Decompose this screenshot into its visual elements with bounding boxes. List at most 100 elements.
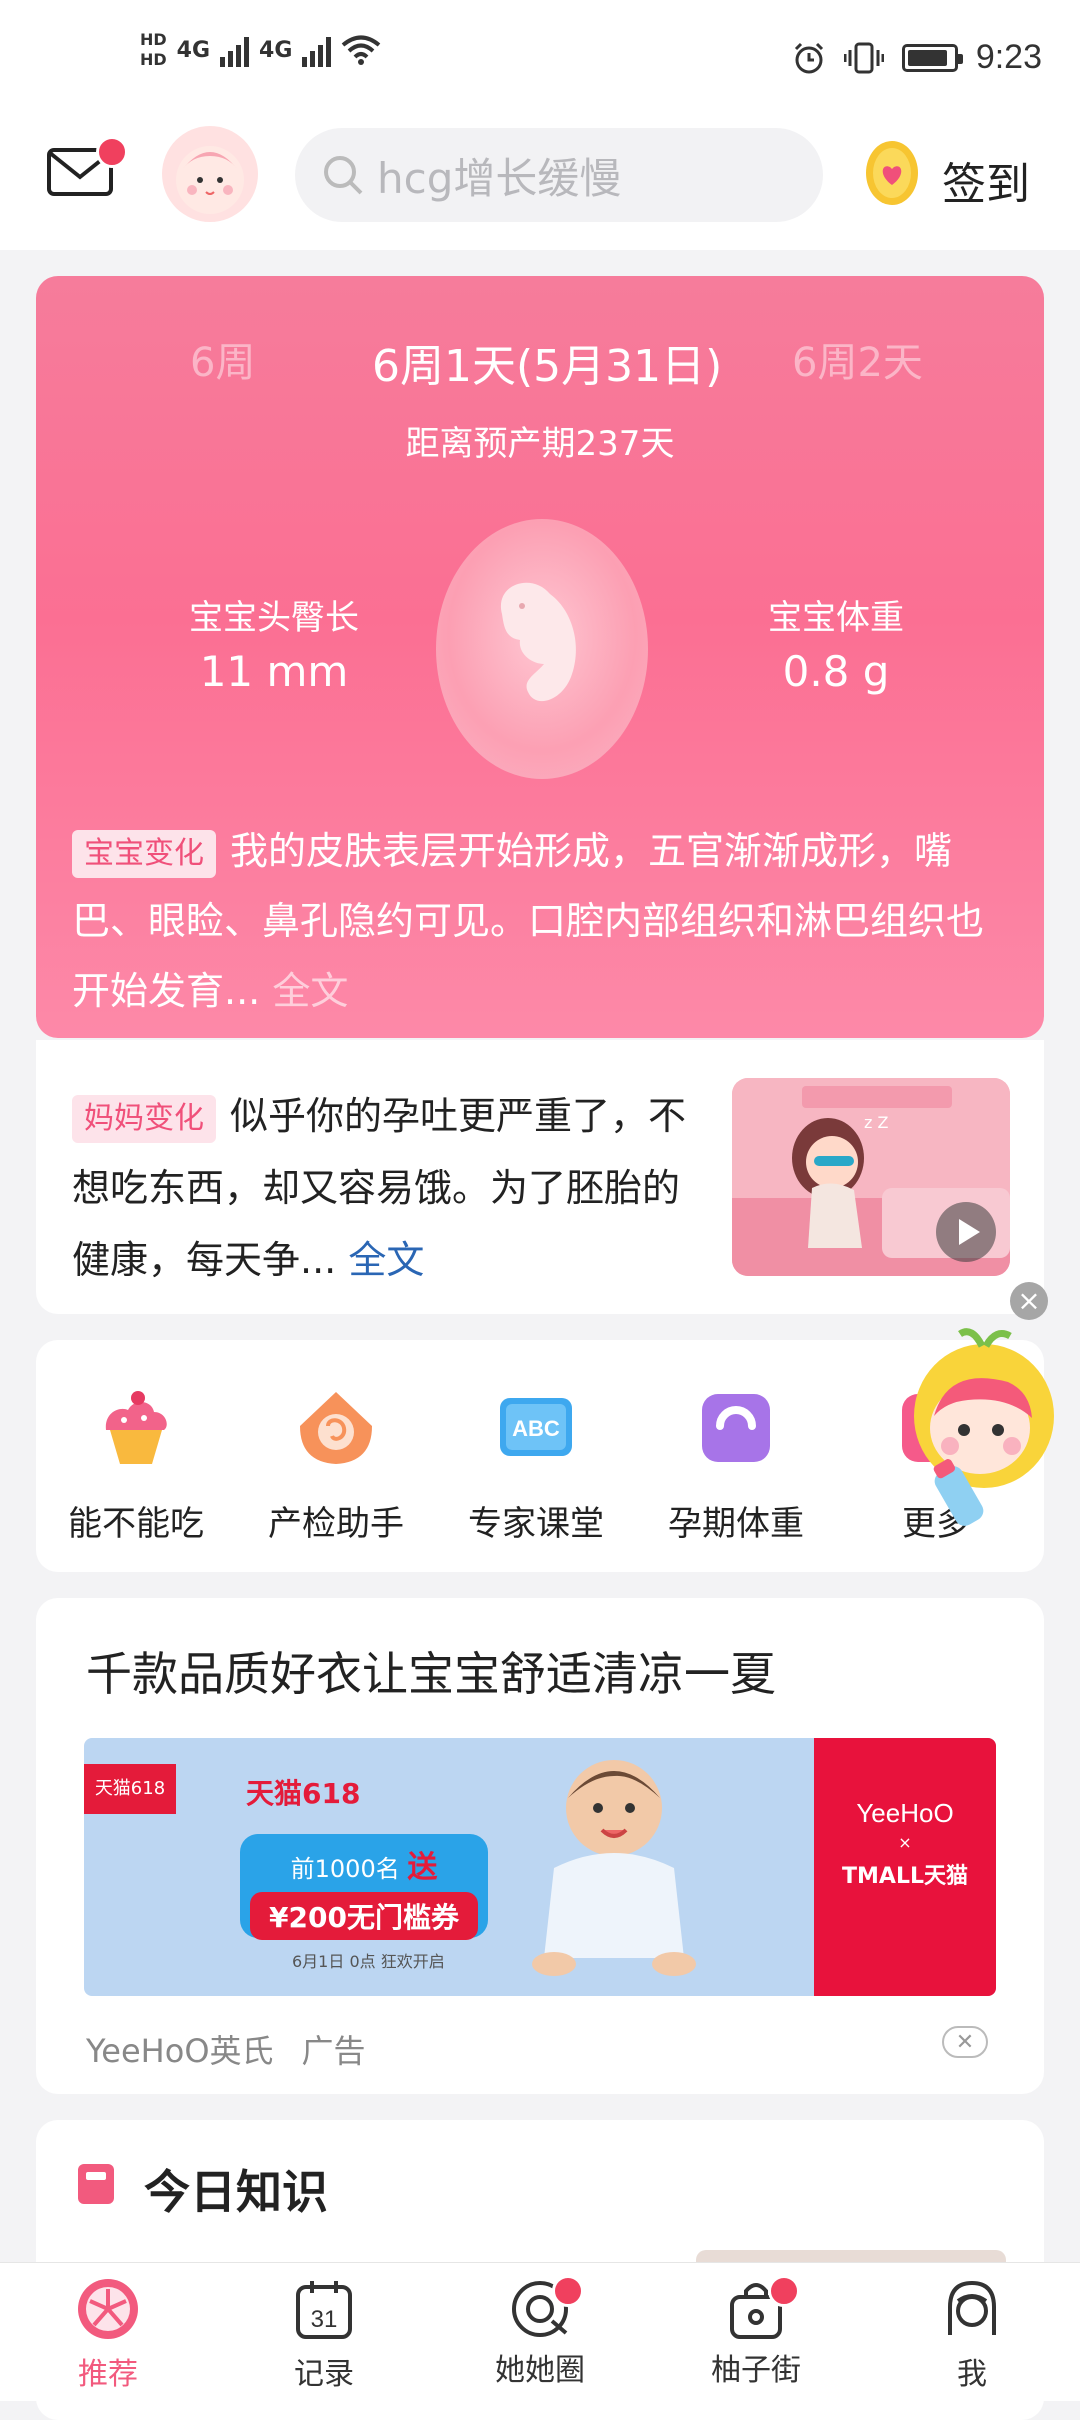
scale-icon bbox=[702, 1394, 770, 1462]
search-placeholder: hcg增长缓慢 bbox=[377, 153, 622, 203]
bottom-nav: 推荐 31 记录 她她圈 柚子街 我 bbox=[0, 2262, 1080, 2401]
signal-bars-icon bbox=[302, 33, 332, 67]
hd-label-1: HD bbox=[140, 30, 167, 49]
mom-change-text: 妈妈变化 似乎你的孕吐更严重了，不想吃东西，却又容易饿。为了胚胎的健康，每天争..… bbox=[72, 1080, 712, 1296]
network-label-2: 4G bbox=[259, 37, 293, 63]
profile-icon bbox=[948, 2280, 996, 2335]
signal-group: HD HD 4G 4G bbox=[140, 30, 381, 70]
status-bar: HD HD 4G 4G 9:23 bbox=[0, 0, 1080, 120]
nav-tab-me[interactable]: 我 bbox=[902, 2277, 1042, 2393]
banner-date: 6月1日 0点 狂欢开启 bbox=[292, 1952, 445, 1971]
mascot-float[interactable] bbox=[898, 1326, 1068, 1536]
svg-text:z Z: z Z bbox=[864, 1113, 888, 1132]
banner-brand-panel: YeeHoO × TMALL天猫 bbox=[814, 1738, 996, 1996]
week-current-tab[interactable]: 6周1天(5月31日) bbox=[372, 330, 722, 394]
offer-line2: ¥200无门槛券 bbox=[250, 1892, 478, 1940]
alarm-icon bbox=[794, 42, 823, 73]
ad-label: 广告 bbox=[301, 2032, 366, 2070]
tool-label: 能不能吃 bbox=[68, 1504, 204, 1544]
mom-change-card[interactable]: 妈妈变化 似乎你的孕吐更严重了，不想吃东西，却又容易饿。为了胚胎的健康，每天争..… bbox=[36, 1040, 1044, 1314]
banner-tmall-title: 天猫618 bbox=[246, 1772, 360, 1812]
nav-tab-circle[interactable]: 她她圈 bbox=[470, 2275, 610, 2389]
tool-label: 孕期体重 bbox=[668, 1504, 804, 1544]
chat-icon-wrap bbox=[508, 2275, 584, 2341]
tool-checkup-assistant[interactable]: 产检助手 bbox=[246, 1386, 426, 1545]
ad-card[interactable]: 千款品质好衣让宝宝舒适清凉一夏 天猫618 天猫618 前1000名 送 ¥20… bbox=[36, 1598, 1044, 2094]
baby-change-tag: 宝宝变化 bbox=[72, 829, 216, 878]
banner-tmall-corner: 天猫618 bbox=[84, 1764, 176, 1814]
due-countdown: 距离预产期237天 bbox=[405, 424, 675, 464]
signal-bars-icon bbox=[220, 33, 250, 67]
ad-banner[interactable]: 天猫618 天猫618 前1000名 送 ¥200无门槛券 6月1日 0点 狂欢… bbox=[84, 1738, 996, 1996]
offer-line1: 前1000名 bbox=[290, 1855, 400, 1883]
week-prev-tab[interactable]: 6周 bbox=[190, 330, 255, 388]
tool-food-check[interactable]: 能不能吃 bbox=[46, 1386, 226, 1545]
clock: 9:23 bbox=[975, 38, 1042, 76]
top-header: hcg增长缓慢 签到 bbox=[0, 120, 1080, 250]
play-icon[interactable] bbox=[934, 1200, 998, 1264]
hd-indicator: HD HD bbox=[140, 30, 167, 70]
search-icon bbox=[324, 156, 363, 195]
calendar-icon: 31 bbox=[296, 2281, 352, 2339]
book-icon bbox=[78, 2164, 114, 2204]
baby-progress-card: 6周 6周1天(5月31日) 6周2天 距离预产期237天 宝宝头臀长 11 m… bbox=[36, 276, 1044, 1038]
nav-label: 记录 bbox=[294, 2357, 354, 2392]
tools-card: 能不能吃 产检助手 ABC 专家课堂 孕期体重 更多 bbox=[36, 1340, 1044, 1572]
baby-weight-stat: 宝宝体重 0.8 g bbox=[706, 590, 966, 696]
vibrate-icon bbox=[843, 42, 884, 73]
svg-text:31: 31 bbox=[311, 2306, 338, 2333]
tmall-corner-text: 天猫618 bbox=[94, 1778, 166, 1799]
battery-icon bbox=[901, 43, 963, 72]
ad-title: 千款品质好衣让宝宝舒适清凉一夏 bbox=[86, 1647, 776, 1701]
length-label: 宝宝头臀长 bbox=[189, 598, 359, 638]
abc-board-icon: ABC bbox=[500, 1398, 572, 1456]
brand-right: YeeHoO bbox=[856, 1798, 954, 1828]
nav-label: 推荐 bbox=[78, 2357, 138, 2392]
bag-icon-wrap bbox=[724, 2275, 800, 2341]
status-right: 9:23 bbox=[792, 38, 1042, 77]
grapefruit-icon bbox=[78, 2279, 138, 2339]
nav-label: 我 bbox=[957, 2357, 987, 2392]
week-next-tab[interactable]: 6周2天 bbox=[792, 330, 923, 388]
svg-text:ABC: ABC bbox=[512, 1416, 560, 1441]
tool-label: 专家课堂 bbox=[468, 1504, 604, 1544]
ad-close-button[interactable]: ✕ bbox=[942, 2026, 988, 2058]
signin-button[interactable]: 签到 bbox=[942, 148, 1030, 212]
banner-offer: 前1000名 送 ¥200无门槛券 bbox=[240, 1834, 488, 1940]
notification-dot bbox=[552, 2275, 584, 2307]
baby-change-more-link[interactable]: 全文 bbox=[272, 969, 348, 1013]
knowledge-title: 今日知识 bbox=[144, 2165, 328, 2219]
tmall-title-text: 天猫618 bbox=[246, 1777, 361, 1810]
mom-change-tag: 妈妈变化 bbox=[72, 1094, 216, 1143]
search-bar[interactable]: hcg增长缓慢 bbox=[295, 128, 823, 222]
ad-source: YeeHoO英氏 广告 bbox=[86, 2026, 366, 2072]
brand-right-sub: TMALL天猫 bbox=[842, 1864, 968, 1889]
network-label-1: 4G bbox=[176, 37, 211, 63]
notification-dot bbox=[768, 2275, 800, 2307]
tool-expert-class[interactable]: ABC 专家课堂 bbox=[446, 1386, 626, 1545]
offer-badge: 送 bbox=[407, 1850, 438, 1885]
baby-change-text[interactable]: 宝宝变化 我的皮肤表层开始形成，五官渐渐成形，嘴巴、眼睑、鼻孔隐约可见。口腔内部组… bbox=[72, 816, 1012, 1026]
coin-icon[interactable] bbox=[864, 137, 920, 207]
ultrasound-icon bbox=[300, 1392, 372, 1464]
cupcake-icon bbox=[105, 1391, 167, 1464]
mom-change-more-link[interactable]: 全文 bbox=[348, 1238, 424, 1282]
nav-label: 她她圈 bbox=[495, 2353, 585, 2388]
baby-length-stat: 宝宝头臀长 11 mm bbox=[144, 590, 404, 696]
notification-dot bbox=[96, 136, 128, 168]
wifi-icon bbox=[342, 35, 381, 65]
nav-label: 柚子街 bbox=[711, 2353, 801, 2388]
baby-avatar-icon bbox=[176, 146, 244, 214]
nav-tab-record[interactable]: 31 记录 bbox=[254, 2277, 394, 2393]
video-thumbnail[interactable]: z Z bbox=[732, 1078, 1010, 1276]
nav-tab-shop[interactable]: 柚子街 bbox=[686, 2275, 826, 2389]
close-icon[interactable]: × bbox=[1010, 1282, 1048, 1320]
baby-photo bbox=[532, 1760, 696, 1976]
nav-tab-recommend[interactable]: 推荐 bbox=[38, 2277, 178, 2393]
tool-pregnancy-weight[interactable]: 孕期体重 bbox=[646, 1386, 826, 1545]
hd-label-2: HD bbox=[140, 50, 167, 69]
avatar[interactable] bbox=[162, 126, 258, 222]
embryo-illustration[interactable] bbox=[432, 514, 652, 784]
tool-label: 产检助手 bbox=[268, 1504, 404, 1544]
weight-value: 0.8 g bbox=[782, 647, 890, 696]
